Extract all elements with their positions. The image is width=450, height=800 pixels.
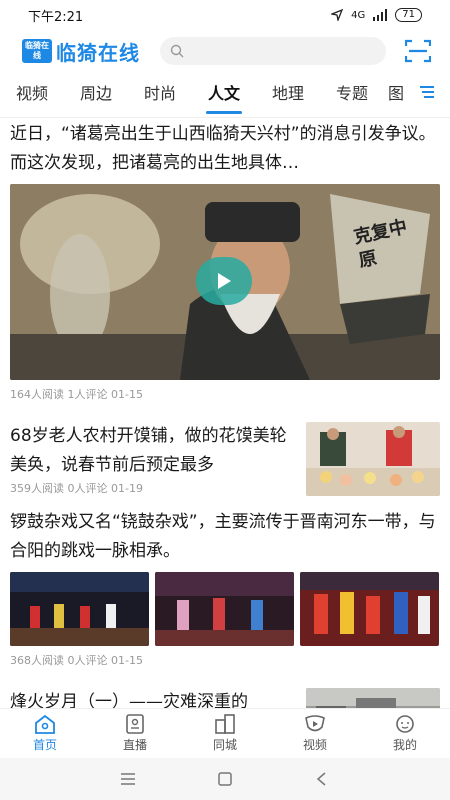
article-thumbnail <box>306 422 440 496</box>
tab-video[interactable]: 视频 <box>0 72 64 117</box>
network-indicator: 4G <box>351 9 366 21</box>
logo-badge: 临猗在线 <box>22 39 52 63</box>
article-title: 烽火岁月（一）——灾难深重的 <box>10 692 248 708</box>
nav-live-label: 直播 <box>122 738 147 752</box>
article-thumbnail <box>306 688 440 708</box>
nav-local[interactable]: 同城 <box>180 709 270 758</box>
gallery-image <box>300 572 439 646</box>
article-gallery[interactable]: 锣鼓杂戏又名“铙鼓杂戏”，主要流传于晋南河东一带，与合阳的跳戏一脉相承。 368… <box>0 508 450 670</box>
nav-video[interactable]: 视频 <box>270 709 360 758</box>
article-meta: 164人阅读 1人评论 01-15 <box>10 388 143 401</box>
nav-home[interactable]: 首页 <box>0 709 90 758</box>
article-title: 近日，“诸葛亮出生于山西临猗天兴村”的消息引发争议。而这次发现，把诸葛亮的出生地… <box>10 124 436 173</box>
search-input[interactable] <box>190 43 386 59</box>
article-meta: 368人阅读 0人评论 01-15 <box>10 654 143 667</box>
status-time: 下午2:21 <box>28 9 84 25</box>
menu-icon <box>420 86 434 98</box>
tab-culture[interactable]: 人文 <box>192 72 256 117</box>
scan-button[interactable] <box>404 38 432 64</box>
signal-icon <box>373 9 388 21</box>
gallery-image <box>155 572 294 646</box>
article-video[interactable]: 近日，“诸葛亮出生于山西临猗天兴村”的消息引发争议。而这次发现，把诸葛亮的出生地… <box>0 118 450 404</box>
tab-pictures[interactable]: 图 <box>384 72 410 117</box>
logo-text: 临猗在线 <box>56 40 140 65</box>
divider <box>0 404 450 414</box>
location-icon <box>331 9 344 21</box>
back-icon[interactable] <box>314 772 330 786</box>
nav-live[interactable]: 直播 <box>90 709 180 758</box>
video-thumbnail[interactable]: 克复中原 <box>10 184 440 380</box>
divider <box>0 498 450 508</box>
system-navigation-bar <box>0 758 450 800</box>
article-item[interactable]: 68岁老人农村开馍铺，做的花馍美轮美奂，说春节前后预定最多 359人阅读 0人评… <box>0 414 450 498</box>
tab-fashion[interactable]: 时尚 <box>128 72 192 117</box>
play-button[interactable] <box>196 257 252 305</box>
gallery-image <box>10 572 149 646</box>
app-header: 临猗在线 临猗在线 <box>0 30 450 72</box>
live-icon <box>126 714 144 734</box>
menu-icon[interactable] <box>120 772 136 786</box>
divider <box>0 670 450 680</box>
app-logo[interactable]: 临猗在线 临猗在线 <box>22 37 140 66</box>
bottom-navigation: 首页 直播 同城 视频 我的 <box>0 708 450 758</box>
search-icon <box>170 44 184 58</box>
category-tabs: 视频 周边 时尚 人文 地理 专题 图 <box>0 72 450 118</box>
tab-nearby[interactable]: 周边 <box>64 72 128 117</box>
scan-icon <box>405 39 431 63</box>
battery-indicator: 71 <box>395 8 422 22</box>
tab-geography[interactable]: 地理 <box>256 72 320 117</box>
article-title: 68岁老人农村开馍铺，做的花馍美轮美奂，说春节前后预定最多 <box>10 426 287 475</box>
nav-home-label: 首页 <box>32 738 57 752</box>
play-icon <box>218 273 231 289</box>
article-meta: 359人阅读 0人评论 01-19 <box>10 482 143 495</box>
status-bar: 下午2:21 4G 71 <box>0 0 450 30</box>
app-screen: 下午2:21 4G 71 临猗在线 临猗在线 视频 周边 时尚 人文 地理 专题… <box>0 0 450 800</box>
nav-local-label: 同城 <box>212 738 237 752</box>
article-item[interactable]: 烽火岁月（一）——灾难深重的 <box>0 680 450 708</box>
nav-video-label: 视频 <box>302 738 327 752</box>
nav-profile[interactable]: 我的 <box>360 709 450 758</box>
news-feed: 近日，“诸葛亮出生于山西临猗天兴村”的消息引发争议。而这次发现，把诸葛亮的出生地… <box>0 118 450 708</box>
tab-special[interactable]: 专题 <box>320 72 384 117</box>
search-bar[interactable] <box>160 37 386 65</box>
tab-menu-button[interactable] <box>416 84 436 100</box>
article-title: 锣鼓杂戏又名“铙鼓杂戏”，主要流传于晋南河东一带，与合阳的跳戏一脉相承。 <box>10 512 436 561</box>
status-icons: 4G 71 <box>331 8 422 22</box>
home-icon <box>35 714 55 734</box>
nav-profile-label: 我的 <box>392 738 417 752</box>
city-icon <box>215 714 235 734</box>
video-icon <box>305 715 325 732</box>
home-square-icon[interactable] <box>217 772 233 786</box>
profile-icon <box>396 715 414 733</box>
